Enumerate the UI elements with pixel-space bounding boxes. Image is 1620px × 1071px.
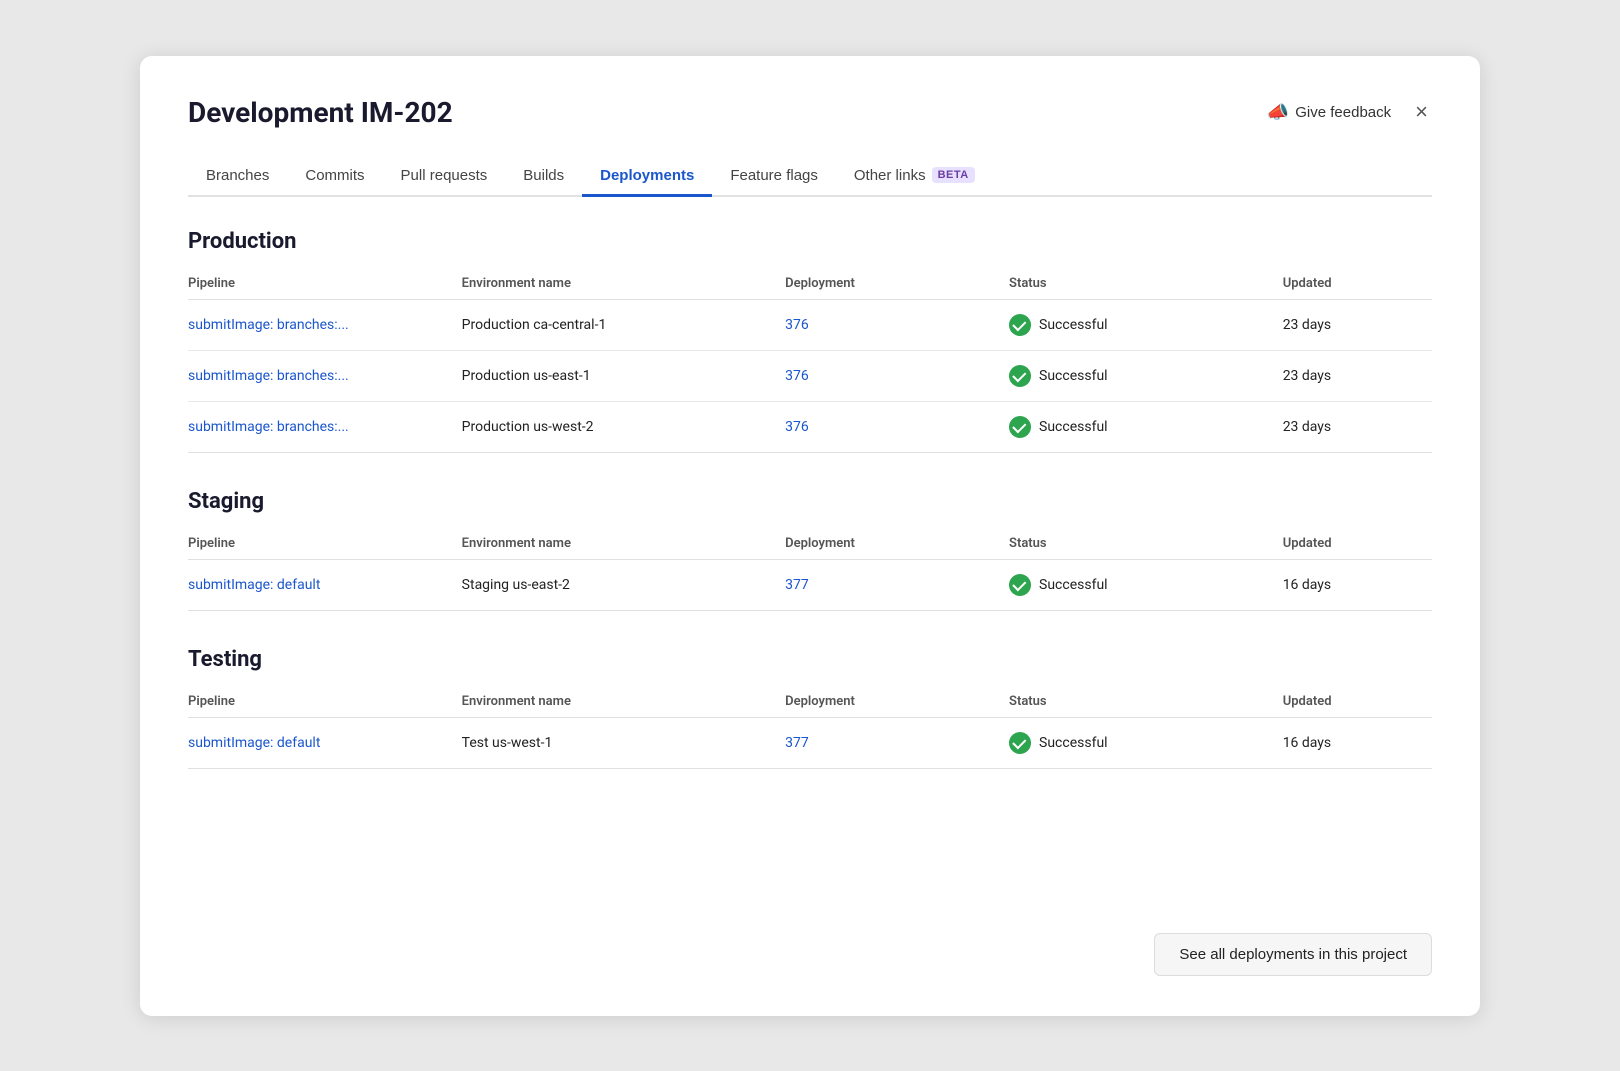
col-header-updated: Updated [1283, 268, 1432, 300]
col-header-status: Status [1009, 686, 1283, 718]
deployment-link[interactable]: 376 [785, 419, 809, 435]
tabs-nav: Branches Commits Pull requests Builds De… [188, 157, 1432, 197]
col-header-env_name: Environment name [462, 268, 785, 300]
col-header-deployment: Deployment [785, 268, 1009, 300]
updated-cell: 16 days [1283, 717, 1432, 768]
section-title-production: Production [188, 229, 1432, 254]
col-header-env_name: Environment name [462, 528, 785, 560]
tab-deployments[interactable]: Deployments [582, 157, 712, 197]
section-production: Production PipelineEnvironment nameDeploy… [188, 229, 1432, 453]
deployment-link[interactable]: 376 [785, 368, 809, 384]
table-row: submitImage: default Staging us-east-2377… [188, 559, 1432, 610]
pipeline-link[interactable]: submitImage: branches:... [188, 368, 349, 384]
see-all-label: See all deployments in this project [1179, 946, 1407, 963]
table-production: PipelineEnvironment nameDeploymentStatus… [188, 268, 1432, 453]
pipeline-link[interactable]: submitImage: branches:... [188, 317, 349, 333]
env-name-cell: Production us-east-1 [462, 350, 785, 401]
deployment-link[interactable]: 377 [785, 735, 809, 751]
col-header-status: Status [1009, 528, 1283, 560]
table-staging: PipelineEnvironment nameDeploymentStatus… [188, 528, 1432, 611]
status-text: Successful [1039, 577, 1108, 593]
panel-title: Development IM-202 [188, 96, 453, 129]
feedback-button[interactable]: 📣 Give feedback [1267, 102, 1391, 123]
col-header-updated: Updated [1283, 528, 1432, 560]
pipeline-link[interactable]: submitImage: default [188, 735, 320, 751]
tab-branches[interactable]: Branches [188, 157, 287, 197]
deployment-link[interactable]: 376 [785, 317, 809, 333]
tab-feature-flags-label: Feature flags [730, 167, 818, 184]
close-button[interactable]: × [1411, 99, 1432, 125]
tab-pull-requests[interactable]: Pull requests [383, 157, 506, 197]
env-name-cell: Staging us-east-2 [462, 559, 785, 610]
section-staging: Staging PipelineEnvironment nameDeploymen… [188, 489, 1432, 611]
tab-commits-label: Commits [305, 167, 364, 184]
tab-commits[interactable]: Commits [287, 157, 382, 197]
col-header-pipeline: Pipeline [188, 686, 462, 718]
status-text: Successful [1039, 419, 1108, 435]
status-cell: Successful [1009, 574, 1271, 596]
success-icon [1009, 314, 1031, 336]
status-text: Successful [1039, 317, 1108, 333]
col-header-env_name: Environment name [462, 686, 785, 718]
status-text: Successful [1039, 735, 1108, 751]
updated-cell: 16 days [1283, 559, 1432, 610]
table-row: submitImage: branches:... Production ca-c… [188, 299, 1432, 350]
table-row: submitImage: branches:... Production us-e… [188, 350, 1432, 401]
tab-deployments-label: Deployments [600, 167, 694, 184]
close-icon: × [1415, 99, 1428, 124]
megaphone-icon: 📣 [1267, 102, 1289, 123]
tab-pull-requests-label: Pull requests [401, 167, 488, 184]
env-name-cell: Test us-west-1 [462, 717, 785, 768]
tab-other-links-label: Other links [854, 167, 926, 184]
col-header-pipeline: Pipeline [188, 528, 462, 560]
deployment-link[interactable]: 377 [785, 577, 809, 593]
tab-builds-label: Builds [523, 167, 564, 184]
updated-cell: 23 days [1283, 299, 1432, 350]
success-icon [1009, 365, 1031, 387]
table-testing: PipelineEnvironment nameDeploymentStatus… [188, 686, 1432, 769]
col-header-deployment: Deployment [785, 528, 1009, 560]
section-testing: Testing PipelineEnvironment nameDeploymen… [188, 647, 1432, 769]
env-name-cell: Production us-west-2 [462, 401, 785, 452]
table-row: submitImage: default Test us-west-1377 Suc… [188, 717, 1432, 768]
sections-container: ProductionPipelineEnvironment nameDeploy… [188, 229, 1432, 805]
section-title-testing: Testing [188, 647, 1432, 672]
tab-other-links[interactable]: Other links BETA [836, 157, 993, 197]
tab-feature-flags[interactable]: Feature flags [712, 157, 836, 197]
updated-cell: 23 days [1283, 350, 1432, 401]
status-cell: Successful [1009, 416, 1271, 438]
panel: Development IM-202 📣 Give feedback × Bra… [140, 56, 1480, 1016]
success-icon [1009, 574, 1031, 596]
section-title-staging: Staging [188, 489, 1432, 514]
success-icon [1009, 732, 1031, 754]
col-header-pipeline: Pipeline [188, 268, 462, 300]
env-name-cell: Production ca-central-1 [462, 299, 785, 350]
footer: See all deployments in this project [188, 917, 1432, 976]
table-row: submitImage: branches:... Production us-w… [188, 401, 1432, 452]
tab-builds[interactable]: Builds [505, 157, 582, 197]
feedback-label: Give feedback [1295, 104, 1391, 121]
panel-header: Development IM-202 📣 Give feedback × [188, 96, 1432, 129]
col-header-deployment: Deployment [785, 686, 1009, 718]
tab-branches-label: Branches [206, 167, 269, 184]
status-cell: Successful [1009, 314, 1271, 336]
col-header-updated: Updated [1283, 686, 1432, 718]
pipeline-link[interactable]: submitImage: default [188, 577, 320, 593]
updated-cell: 23 days [1283, 401, 1432, 452]
status-cell: Successful [1009, 732, 1271, 754]
status-text: Successful [1039, 368, 1108, 384]
status-cell: Successful [1009, 365, 1271, 387]
success-icon [1009, 416, 1031, 438]
header-actions: 📣 Give feedback × [1267, 99, 1432, 125]
see-all-deployments-button[interactable]: See all deployments in this project [1154, 933, 1432, 976]
beta-badge: BETA [932, 167, 975, 183]
pipeline-link[interactable]: submitImage: branches:... [188, 419, 349, 435]
col-header-status: Status [1009, 268, 1283, 300]
